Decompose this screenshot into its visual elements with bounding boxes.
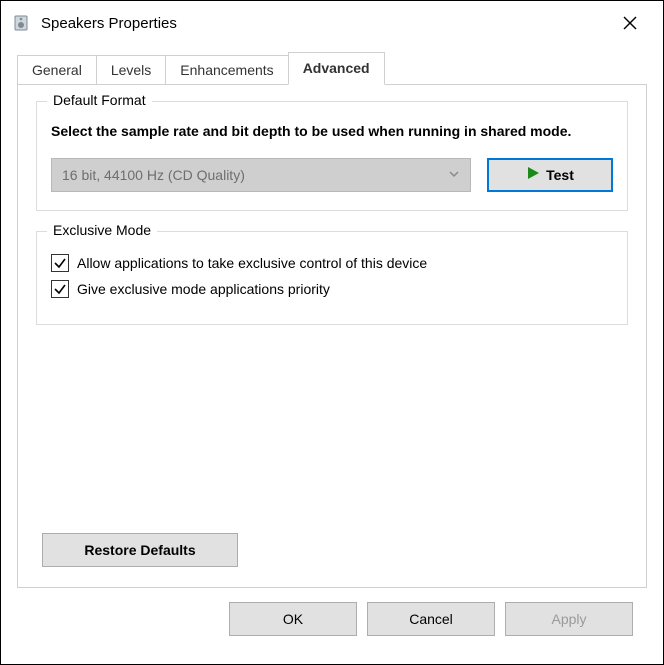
tab-enhancements[interactable]: Enhancements <box>166 55 288 85</box>
apply-label: Apply <box>551 611 586 627</box>
group-default-format-title: Default Format <box>47 92 152 108</box>
tab-levels[interactable]: Levels <box>97 55 166 85</box>
ok-label: OK <box>283 611 303 627</box>
cancel-button[interactable]: Cancel <box>367 602 495 636</box>
ok-button[interactable]: OK <box>229 602 357 636</box>
checkbox-icon <box>51 254 69 272</box>
apply-button[interactable]: Apply <box>505 602 633 636</box>
window-title: Speakers Properties <box>41 15 607 32</box>
restore-defaults-label: Restore Defaults <box>84 542 195 558</box>
test-button-label: Test <box>546 167 574 183</box>
checkbox-exclusive-priority-label: Give exclusive mode applications priorit… <box>77 281 330 297</box>
checkbox-exclusive-priority[interactable]: Give exclusive mode applications priorit… <box>51 280 613 298</box>
sample-rate-combo[interactable]: 16 bit, 44100 Hz (CD Quality) <box>51 158 471 192</box>
titlebar: Speakers Properties <box>3 3 661 43</box>
checkbox-icon <box>51 280 69 298</box>
tab-general[interactable]: General <box>17 55 97 85</box>
tab-panel-advanced: Default Format Select the sample rate an… <box>17 84 647 588</box>
chevron-down-icon <box>448 167 460 183</box>
tab-advanced[interactable]: Advanced <box>288 52 385 85</box>
restore-defaults-button[interactable]: Restore Defaults <box>42 533 238 567</box>
cancel-label: Cancel <box>409 611 453 627</box>
group-exclusive-mode-title: Exclusive Mode <box>47 222 157 238</box>
speaker-app-icon <box>13 13 33 33</box>
sample-rate-selected: 16 bit, 44100 Hz (CD Quality) <box>62 167 245 183</box>
group-exclusive-mode: Exclusive Mode Allow applications to tak… <box>36 231 628 325</box>
close-button[interactable] <box>607 7 653 39</box>
play-icon <box>526 166 540 183</box>
checkbox-allow-exclusive[interactable]: Allow applications to take exclusive con… <box>51 254 613 272</box>
group-default-format: Default Format Select the sample rate an… <box>36 101 628 211</box>
dialog-footer: OK Cancel Apply <box>17 588 647 636</box>
checkbox-allow-exclusive-label: Allow applications to take exclusive con… <box>77 255 427 271</box>
tab-strip: General Levels Enhancements Advanced <box>17 55 647 85</box>
default-format-description: Select the sample rate and bit depth to … <box>51 122 613 142</box>
test-button[interactable]: Test <box>487 158 613 192</box>
